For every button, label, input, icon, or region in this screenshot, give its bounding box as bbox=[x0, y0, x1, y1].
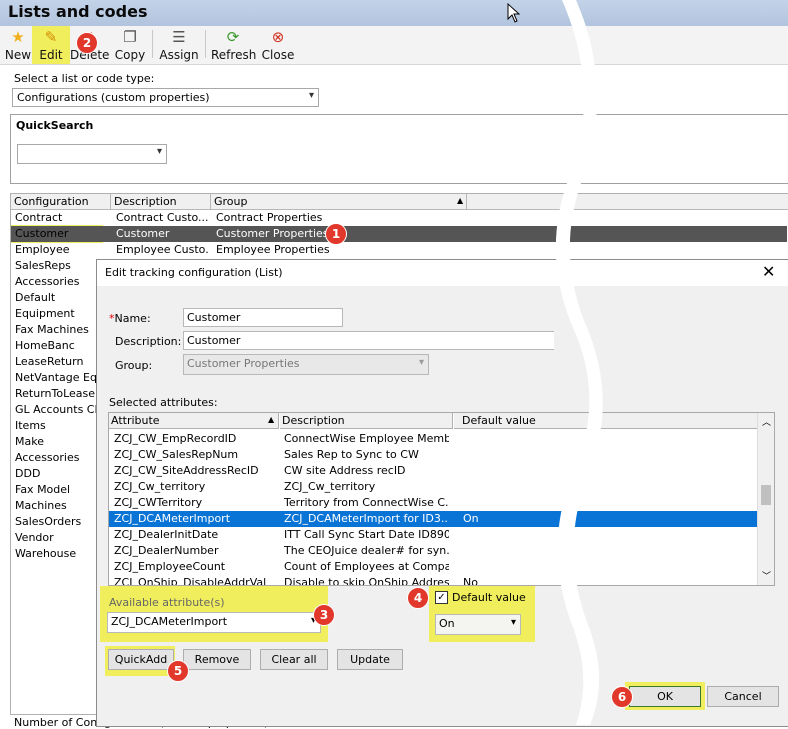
step-badge-3: 3 bbox=[313, 604, 335, 626]
chevron-down-icon: ▾ bbox=[308, 90, 314, 101]
list-item[interactable]: ZCJ_DealerInitDate ITT Call Sync Start D… bbox=[109, 527, 759, 543]
name-label: *Name: bbox=[109, 312, 151, 325]
list-header-default-value[interactable]: Default value bbox=[460, 413, 759, 429]
list-header-attribute[interactable]: Attribute bbox=[109, 413, 279, 429]
torn-edge-decoration bbox=[555, 0, 603, 725]
grid-header-group[interactable]: Group bbox=[211, 194, 467, 210]
step-badge-5: 5 bbox=[167, 660, 189, 682]
table-row[interactable]: Employee Employee Custo... Employee Prop… bbox=[11, 242, 787, 258]
step-badge-1: 1 bbox=[325, 223, 347, 245]
selected-attributes-list: Attribute ▲ Description Default value ZC… bbox=[108, 412, 775, 586]
assign-icon: ☰ bbox=[172, 28, 186, 46]
scrollbar-thumb[interactable] bbox=[761, 485, 771, 505]
default-value-select[interactable]: On ▾ bbox=[435, 614, 521, 635]
app-title: Lists and codes bbox=[8, 2, 148, 21]
toolbar-separator bbox=[152, 30, 153, 58]
chevron-down-icon: ▾ bbox=[156, 146, 162, 157]
list-item[interactable]: ZCJ_Cw_territory ZCJ_Cw_territory bbox=[109, 479, 759, 495]
table-row[interactable]: Contract Contract Custo... Contract Prop… bbox=[11, 210, 787, 226]
new-button[interactable]: ★ New bbox=[4, 28, 32, 62]
remove-button[interactable]: Remove bbox=[183, 649, 251, 670]
refresh-button[interactable]: ⟳ Refresh bbox=[211, 28, 256, 62]
group-label: Group: bbox=[115, 359, 153, 372]
quicksearch-select[interactable]: ▾ bbox=[17, 144, 167, 164]
step-badge-6: 6 bbox=[611, 686, 633, 708]
description-label: Description: bbox=[115, 335, 182, 348]
quicksearch-panel: QuickSearch ▾ bbox=[10, 114, 788, 184]
close-circle-icon: ⊗ bbox=[271, 28, 285, 46]
list-type-select[interactable]: Configurations (custom properties) ▾ bbox=[12, 88, 319, 107]
description-field[interactable]: Customer bbox=[183, 331, 554, 350]
star-icon: ★ bbox=[11, 28, 25, 46]
close-button[interactable]: ⊗ Close bbox=[261, 28, 295, 62]
list-item[interactable]: ZCJ_CW_EmpRecordID ConnectWise Employee … bbox=[109, 431, 759, 447]
step-badge-2: 2 bbox=[76, 32, 98, 54]
list-item[interactable]: ZCJ_CWTerritory Territory from ConnectWi… bbox=[109, 495, 759, 511]
grid-header-description[interactable]: Description bbox=[111, 194, 211, 210]
copy-icon: ❐ bbox=[123, 28, 137, 46]
cancel-button[interactable]: Cancel bbox=[707, 686, 779, 707]
list-item[interactable]: ZCJ_DealerNumber The CEOJuice dealer# fo… bbox=[109, 543, 759, 559]
update-button[interactable]: Update bbox=[337, 649, 403, 670]
table-row-selected[interactable]: Customer Customer Customer Properties bbox=[11, 226, 787, 242]
grid-header-configuration[interactable]: Configuration bbox=[11, 194, 111, 210]
scroll-down-icon[interactable]: ﹀ bbox=[762, 569, 771, 582]
toolbar: ★ New ✎ Edit ✕ Delete ❐ Copy ☰ Assign ⟳ … bbox=[0, 26, 788, 65]
mouse-cursor-icon bbox=[507, 3, 521, 23]
dialog-titlebar: Edit tracking configuration (List) ✕ bbox=[97, 260, 788, 286]
list-item[interactable]: ZCJ_CW_SalesRepNum Sales Rep to Sync to … bbox=[109, 447, 759, 463]
select-type-label: Select a list or code type: bbox=[14, 72, 155, 85]
list-item-selected[interactable]: ZCJ_DCAMeterImport ZCJ_DCAMeterImport fo… bbox=[109, 511, 759, 527]
quickadd-button[interactable]: QuickAdd bbox=[108, 649, 174, 670]
edit-button[interactable]: ✎ Edit bbox=[34, 28, 68, 62]
step-badge-4: 4 bbox=[407, 587, 429, 609]
app-titlebar: Lists and codes bbox=[0, 0, 788, 26]
list-item[interactable]: ZCJ_CW_SiteAddressRecID CW site Address … bbox=[109, 463, 759, 479]
default-value-checkbox[interactable]: ✓ bbox=[435, 591, 448, 604]
close-icon[interactable]: ✕ bbox=[762, 262, 775, 281]
sort-asc-icon: ▲ bbox=[268, 415, 275, 424]
pencil-icon: ✎ bbox=[44, 28, 58, 46]
name-field[interactable]: Customer bbox=[183, 308, 343, 327]
refresh-icon: ⟳ bbox=[226, 28, 240, 46]
ok-button[interactable]: OK bbox=[629, 686, 701, 707]
clear-all-button[interactable]: Clear all bbox=[260, 649, 328, 670]
copy-button[interactable]: ❐ Copy bbox=[114, 28, 146, 62]
quicksearch-label: QuickSearch bbox=[16, 119, 94, 132]
list-item[interactable]: ZCJ_OnShip_DisableAddrVal Disable to ski… bbox=[109, 575, 759, 585]
scroll-up-icon[interactable]: ︿ bbox=[762, 415, 771, 428]
available-attributes-select[interactable]: ZCJ_DCAMeterImport ▾ bbox=[107, 612, 321, 633]
grid-header-filler bbox=[467, 194, 788, 210]
chevron-down-icon: ▾ bbox=[418, 357, 424, 368]
edit-configuration-dialog: Edit tracking configuration (List) ✕ *Na… bbox=[96, 259, 788, 727]
chevron-down-icon: ▾ bbox=[510, 617, 516, 628]
default-value-label: Default value bbox=[452, 591, 526, 604]
dialog-title: Edit tracking configuration (List) bbox=[105, 266, 283, 279]
list-scrollbar[interactable]: ︿ ﹀ bbox=[757, 413, 774, 585]
selected-attributes-label: Selected attributes: bbox=[109, 396, 218, 409]
available-attributes-label: Available attribute(s) bbox=[109, 596, 225, 609]
toolbar-separator bbox=[205, 30, 206, 58]
assign-button[interactable]: ☰ Assign bbox=[159, 28, 199, 62]
sort-asc-icon: ▲ bbox=[457, 196, 464, 205]
list-header-description[interactable]: Description bbox=[280, 413, 453, 429]
list-item[interactable]: ZCJ_EmployeeCount Count of Employees at … bbox=[109, 559, 759, 575]
group-select: Customer Properties ▾ bbox=[183, 354, 429, 375]
